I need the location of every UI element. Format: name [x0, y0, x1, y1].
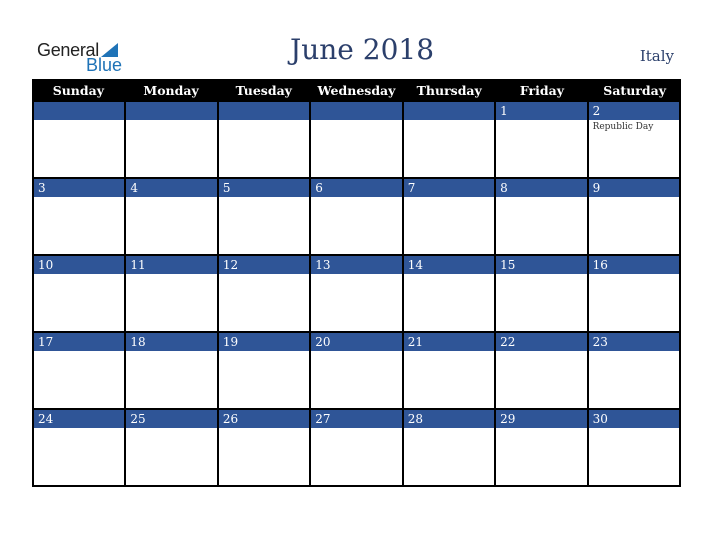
logo-text-blue: Blue [86, 55, 123, 75]
week-row: 10 11 12 13 14 15 16 [32, 256, 681, 333]
day-cell[interactable]: 2 Republic Day [588, 102, 681, 179]
day-cell[interactable]: 20 [311, 333, 404, 410]
day-number: 22 [496, 333, 587, 351]
day-cell[interactable]: 26 [218, 410, 312, 487]
weekday-friday: Friday [519, 83, 564, 98]
day-number: 15 [496, 256, 587, 274]
day-cell[interactable] [218, 102, 312, 179]
day-number: 14 [403, 256, 495, 274]
day-number: 25 [126, 410, 217, 428]
day-cell[interactable]: 9 [588, 179, 681, 256]
country-label: Italy [639, 47, 674, 65]
day-number: 21 [403, 333, 495, 351]
day-number: 7 [403, 179, 495, 197]
day-number: 28 [403, 410, 495, 428]
day-number: 8 [496, 179, 587, 197]
day-cell[interactable]: 23 [588, 333, 681, 410]
day-cell[interactable]: 30 [588, 410, 681, 487]
day-cell[interactable]: 7 [403, 179, 497, 256]
day-cell[interactable]: 18 [126, 333, 219, 410]
day-number: 27 [311, 410, 402, 428]
calendar-grid: Sunday Monday Tuesday Wednesday Thursday Frid… [32, 79, 681, 487]
day-number: 24 [34, 410, 125, 428]
day-number: 12 [218, 256, 310, 274]
weekday-saturday: Saturday [603, 83, 666, 98]
weekday-wednesday: Wednesday [317, 83, 396, 98]
logo: General Blue [37, 40, 127, 75]
day-number: 19 [218, 333, 310, 351]
day-cell[interactable]: 16 [588, 256, 681, 333]
day-cell[interactable]: 28 [403, 410, 497, 487]
day-number: 1 [496, 102, 587, 120]
day-cell[interactable]: 8 [496, 179, 589, 256]
day-cell[interactable]: 13 [311, 256, 404, 333]
day-number [126, 102, 217, 120]
day-number: 16 [588, 256, 679, 274]
day-cell[interactable]: 4 [126, 179, 219, 256]
day-cell[interactable]: 22 [496, 333, 589, 410]
day-cell[interactable]: 29 [496, 410, 589, 487]
day-number: 6 [311, 179, 402, 197]
day-number: 18 [126, 333, 217, 351]
day-number: 11 [126, 256, 217, 274]
day-cell[interactable]: 24 [34, 410, 127, 487]
week-row: 3456789 [32, 179, 681, 256]
day-cell[interactable]: 19 [218, 333, 312, 410]
day-cell[interactable] [311, 102, 404, 179]
day-cell[interactable]: 12 [218, 256, 312, 333]
day-cell[interactable] [34, 102, 127, 179]
day-cell[interactable]: 10 [34, 256, 127, 333]
day-number: 2 [588, 102, 679, 120]
day-cell[interactable]: 14 [403, 256, 497, 333]
day-number [311, 102, 402, 120]
day-cell[interactable] [126, 102, 219, 179]
day-number: 4 [126, 179, 217, 197]
day-number [218, 102, 310, 120]
day-number: 3 [34, 179, 125, 197]
day-number [34, 102, 125, 120]
holiday-label: Republic Day [592, 122, 654, 132]
day-cell[interactable]: 1 [496, 102, 589, 179]
day-number [403, 102, 495, 120]
weekday-sunday: Sunday [52, 83, 104, 98]
day-number: 29 [496, 410, 587, 428]
page-title: June 2018 [290, 33, 435, 66]
week-row: 24 25 26 27 28 29 30 [32, 410, 681, 487]
day-number: 20 [311, 333, 402, 351]
day-cell[interactable]: 3 [34, 179, 127, 256]
day-number: 17 [34, 333, 125, 351]
week-row: 17 18 19 20 21 22 23 [32, 333, 681, 410]
weekday-monday: Monday [143, 83, 199, 98]
day-number: 23 [588, 333, 679, 351]
day-cell[interactable]: 27 [311, 410, 404, 487]
week-row: 1 2 Republic Day [32, 102, 681, 179]
day-number: 9 [588, 179, 679, 197]
day-cell[interactable]: 11 [126, 256, 219, 333]
day-cell[interactable]: 5 [218, 179, 312, 256]
day-number: 5 [218, 179, 310, 197]
day-cell[interactable] [403, 102, 497, 179]
day-cell[interactable]: 15 [496, 256, 589, 333]
day-cell[interactable]: 6 [311, 179, 404, 256]
day-cell[interactable]: 25 [126, 410, 219, 487]
day-number: 30 [588, 410, 679, 428]
weeks-container: 1 2 Republic Day 3 4 5 6 7 8 9 10 11 12 13 14 15 16 17 18 1… [32, 102, 681, 487]
day-number: 26 [218, 410, 310, 428]
weekday-tuesday: Tuesday [235, 83, 292, 98]
weekday-thursday: Thursday [416, 83, 482, 98]
weekday-header: Sunday Monday Tuesday Wednesday Thursday Frid… [32, 79, 681, 102]
day-cell[interactable]: 17 [34, 333, 127, 410]
day-number: 13 [311, 256, 402, 274]
day-cell[interactable]: 21 [403, 333, 497, 410]
day-number: 10 [34, 256, 125, 274]
